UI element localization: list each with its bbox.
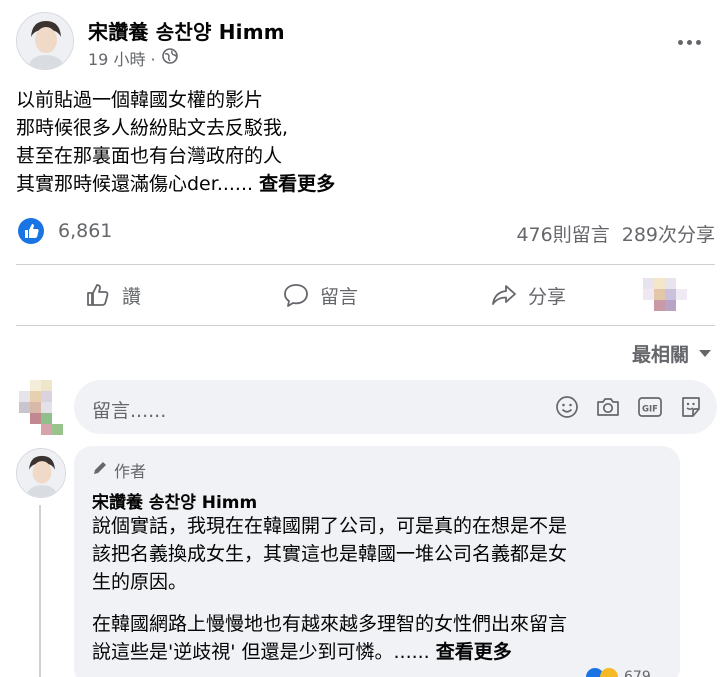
comment-composer: 留言...... GIF — [16, 380, 717, 436]
comment-reactions[interactable]: 679 — [586, 668, 651, 677]
author-avatar[interactable] — [16, 12, 74, 70]
post-stats: 6,861 476則留言 289次分享 — [16, 218, 715, 246]
comment-bubble-icon — [282, 281, 310, 309]
comment-placeholder: 留言...... — [92, 400, 167, 422]
comment-label: 留言 — [320, 285, 359, 308]
comment-line: 在韓國網路上慢慢地也有越來越多理智的女性們出來留言 — [92, 613, 568, 635]
post-line: 以前貼過一個韓國女權的影片 — [16, 89, 264, 111]
more-options-icon[interactable] — [673, 32, 705, 52]
comment-bubble: 作者 宋讚養 송찬양 Himm 說個實話，我現在在韓國開了公司，可是真的在想是不… — [74, 446, 680, 677]
post-meta: 19 小時 · — [88, 46, 178, 70]
comment-line-text: 說這些是'逆歧視' 但還是少到可憐。...... — [92, 641, 430, 663]
thread-line — [39, 505, 41, 677]
stats-right: 476則留言 289次分享 — [516, 220, 715, 247]
sort-dropdown[interactable]: 最相關 — [632, 340, 711, 367]
post-line-last: 其實那時候還滿傷心der...... 查看更多 — [16, 170, 706, 198]
gif-icon[interactable]: GIF — [637, 395, 663, 423]
post-body: 以前貼過一個韓國女權的影片 那時候很多人紛紛貼文去反駁我, 甚至在那裏面也有台灣… — [16, 86, 706, 198]
comment-input[interactable]: 留言...... GIF — [74, 380, 717, 434]
divider — [16, 325, 715, 326]
post-line: 甚至在那裏面也有台灣政府的人 — [16, 145, 283, 167]
comment-text: 說個實話，我現在在韓國開了公司，可是真的在想是不是 該把名義換成女生，其實這也是… — [92, 512, 672, 666]
sticker-icon[interactable] — [679, 395, 703, 423]
post-line: 那時候很多人紛紛貼文去反駁我, — [16, 117, 289, 139]
thumbs-up-icon — [84, 281, 112, 309]
pencil-icon — [92, 460, 108, 480]
post-time[interactable]: 19 小時 · — [88, 46, 156, 70]
like-count[interactable]: 6,861 — [58, 220, 112, 242]
comment-see-more-link[interactable]: 查看更多 — [436, 641, 512, 663]
post-header: 宋讚養 송찬양 Himm 19 小時 · — [16, 12, 709, 72]
comment-line-last: 說這些是'逆歧視' 但還是少到可憐。...... 查看更多 — [92, 638, 672, 666]
comment-author-avatar[interactable] — [16, 448, 66, 498]
post-line-text: 其實那時候還滿傷心der...... — [16, 173, 254, 195]
share-count[interactable]: 289次分享 — [622, 220, 715, 247]
comment-reaction-count: 679 — [624, 669, 651, 677]
author-badge-label: 作者 — [114, 462, 147, 481]
share-button[interactable]: 分享 — [490, 266, 566, 324]
emoji-icon[interactable] — [555, 395, 579, 423]
sort-label: 最相關 — [631, 344, 689, 366]
share-arrow-icon — [490, 281, 518, 309]
comment-line: 該把名義換成女生，其實這也是韓國一堆公司名義都是女 — [92, 543, 568, 565]
divider — [16, 264, 715, 265]
comment-button[interactable]: 留言 — [282, 266, 358, 324]
comment-line: 說個實話，我現在在韓國開了公司，可是真的在想是不是 — [92, 515, 568, 537]
comment-author-name[interactable]: 宋讚養 송찬양 Himm — [92, 488, 257, 513]
author-badge: 作者 — [92, 458, 146, 482]
composer-icons: GIF — [555, 395, 703, 423]
share-label: 分享 — [528, 285, 567, 308]
care-reaction-icon — [600, 668, 618, 677]
svg-text:GIF: GIF — [642, 405, 658, 415]
like-label: 讚 — [122, 285, 142, 308]
globe-icon[interactable] — [161, 48, 178, 68]
caret-down-icon — [699, 350, 711, 357]
reactor-avatar-pixelated[interactable] — [643, 278, 687, 312]
like-button[interactable]: 讚 — [84, 266, 141, 324]
comment-count[interactable]: 476則留言 — [516, 220, 609, 247]
post-actions: 讚 留言 分享 — [16, 266, 715, 324]
see-more-link[interactable]: 查看更多 — [259, 173, 335, 195]
camera-icon[interactable] — [595, 395, 621, 423]
comment-line: 生的原因。 — [92, 571, 188, 593]
my-avatar-pixelated[interactable] — [18, 380, 70, 436]
like-reaction-icon[interactable] — [18, 218, 44, 244]
post-author-name[interactable]: 宋讚養 송찬양 Himm — [88, 16, 285, 45]
